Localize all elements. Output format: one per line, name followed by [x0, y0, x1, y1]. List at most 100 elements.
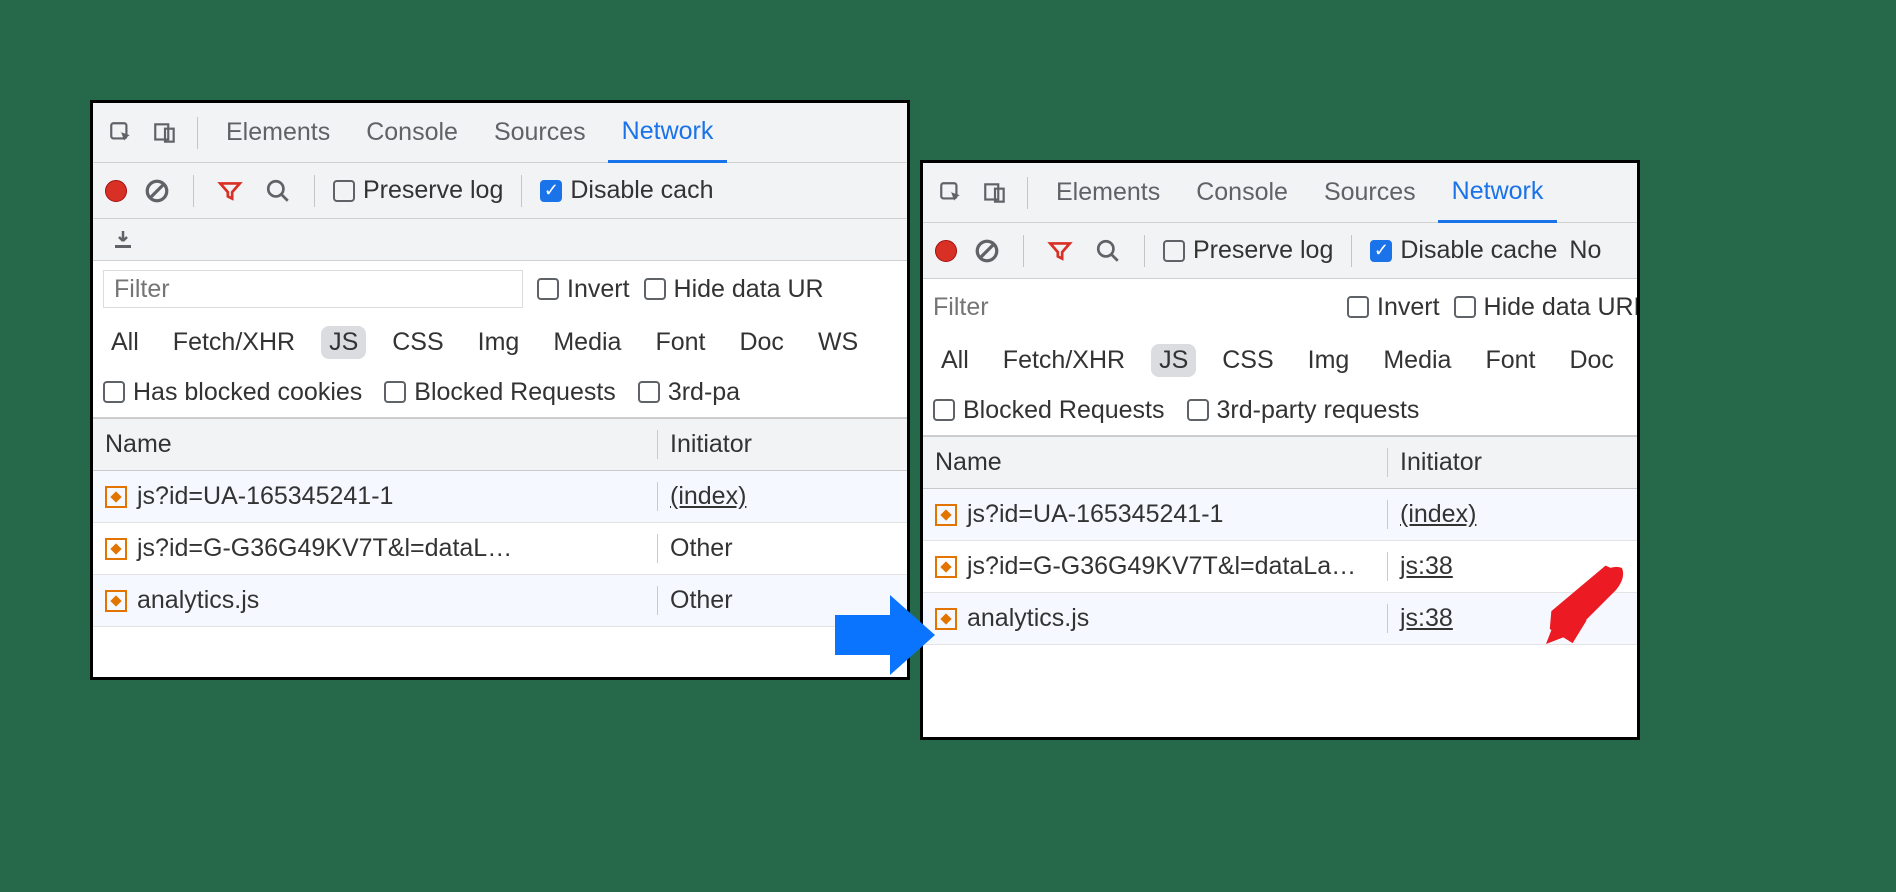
request-name: js?id=G-G36G49KV7T&l=dataLa…: [967, 552, 1356, 581]
preserve-log-checkbox[interactable]: Preserve log: [1163, 236, 1333, 265]
clear-icon[interactable]: [139, 173, 175, 209]
divider: [1144, 235, 1145, 267]
js-file-icon: [935, 504, 957, 526]
type-fetch[interactable]: Fetch/XHR: [165, 326, 303, 359]
divider: [197, 117, 198, 149]
network-table: Name Initiator js?id=UA-165345241-1 (ind…: [93, 418, 907, 627]
tab-network[interactable]: Network: [1438, 163, 1558, 223]
record-button[interactable]: [935, 240, 957, 262]
tab-elements[interactable]: Elements: [1042, 163, 1174, 223]
type-css[interactable]: CSS: [384, 326, 451, 359]
tab-network[interactable]: Network: [608, 103, 728, 163]
network-toolbar: Preserve log ✓Disable cache No: [923, 223, 1637, 279]
request-initiator[interactable]: Other: [670, 534, 733, 562]
blocked-cookies-label: Has blocked cookies: [133, 378, 362, 407]
table-row[interactable]: js?id=G-G36G49KV7T&l=dataLa… js:38: [923, 541, 1637, 593]
annotation-arrow-right-icon: [830, 590, 940, 687]
throttling-cut: No: [1569, 236, 1601, 265]
divider: [521, 175, 522, 207]
divider: [1351, 235, 1352, 267]
search-icon[interactable]: [260, 173, 296, 209]
type-js[interactable]: JS: [321, 326, 366, 359]
filter-input[interactable]: [933, 288, 1333, 326]
filter-icon[interactable]: [212, 173, 248, 209]
blocked-requests-checkbox[interactable]: Blocked Requests: [384, 378, 616, 407]
js-file-icon: [105, 486, 127, 508]
inspect-icon[interactable]: [103, 115, 139, 151]
filter-strip: Invert Hide data URLs All Fetch/XHR JS C…: [923, 279, 1637, 436]
tab-console[interactable]: Console: [1182, 163, 1302, 223]
type-font[interactable]: Font: [647, 326, 713, 359]
type-doc[interactable]: Doc: [1561, 344, 1621, 377]
request-initiator[interactable]: js:38: [1400, 552, 1453, 580]
divider: [193, 175, 194, 207]
type-all[interactable]: All: [933, 344, 977, 377]
tab-console[interactable]: Console: [352, 103, 472, 163]
disable-cache-label: Disable cach: [570, 176, 713, 205]
third-party-checkbox[interactable]: 3rd-pa: [638, 378, 740, 407]
request-initiator[interactable]: js:38: [1400, 604, 1453, 632]
tab-sources[interactable]: Sources: [1310, 163, 1430, 223]
js-file-icon: [105, 538, 127, 560]
request-initiator[interactable]: (index): [1400, 500, 1476, 528]
invert-checkbox[interactable]: Invert: [1347, 293, 1440, 322]
invert-label: Invert: [567, 275, 630, 304]
device-toggle-icon[interactable]: [977, 175, 1013, 211]
type-font[interactable]: Font: [1477, 344, 1543, 377]
request-initiator[interactable]: Other: [670, 586, 733, 614]
request-name: js?id=UA-165345241-1: [137, 482, 393, 511]
request-name: analytics.js: [137, 586, 259, 615]
blocked-requests-checkbox[interactable]: Blocked Requests: [933, 396, 1165, 425]
type-all[interactable]: All: [103, 326, 147, 359]
col-initiator-header[interactable]: Initiator: [657, 430, 907, 459]
network-table: Name Initiator js?id=UA-165345241-1 (ind…: [923, 436, 1637, 645]
type-media[interactable]: Media: [1375, 344, 1459, 377]
filter-icon[interactable]: [1042, 233, 1078, 269]
disable-cache-checkbox[interactable]: ✓Disable cach: [540, 176, 713, 205]
download-row: [93, 219, 907, 261]
download-icon[interactable]: [105, 222, 141, 258]
divider: [1023, 235, 1024, 267]
js-file-icon: [935, 556, 957, 578]
third-party-checkbox[interactable]: 3rd-party requests: [1187, 396, 1420, 425]
type-css[interactable]: CSS: [1214, 344, 1281, 377]
request-initiator[interactable]: (index): [670, 482, 746, 510]
record-button[interactable]: [105, 180, 127, 202]
tab-elements[interactable]: Elements: [212, 103, 344, 163]
col-name-header[interactable]: Name: [923, 448, 1387, 477]
type-ws[interactable]: WS: [810, 326, 866, 359]
preserve-log-label: Preserve log: [1193, 236, 1333, 265]
filter-input[interactable]: [103, 270, 523, 308]
table-header: Name Initiator: [923, 437, 1637, 489]
disable-cache-checkbox[interactable]: ✓Disable cache: [1370, 236, 1557, 265]
search-icon[interactable]: [1090, 233, 1126, 269]
type-img[interactable]: Img: [470, 326, 528, 359]
table-row[interactable]: analytics.js Other: [93, 575, 907, 627]
col-initiator-header[interactable]: Initiator: [1387, 448, 1637, 477]
device-toggle-icon[interactable]: [147, 115, 183, 151]
table-row[interactable]: js?id=UA-165345241-1 (index): [923, 489, 1637, 541]
type-js[interactable]: JS: [1151, 344, 1196, 377]
table-row[interactable]: js?id=UA-165345241-1 (index): [93, 471, 907, 523]
type-fetch[interactable]: Fetch/XHR: [995, 344, 1133, 377]
invert-checkbox[interactable]: Invert: [537, 275, 630, 304]
col-name-header[interactable]: Name: [93, 430, 657, 459]
third-party-label: 3rd-pa: [668, 378, 740, 407]
type-media[interactable]: Media: [545, 326, 629, 359]
disable-cache-label: Disable cache: [1400, 236, 1557, 265]
type-doc[interactable]: Doc: [731, 326, 791, 359]
third-party-label: 3rd-party requests: [1217, 396, 1420, 425]
devtools-panel-after: Elements Console Sources Network Preserv…: [920, 160, 1640, 740]
hide-data-urls-label: Hide data UR: [674, 275, 824, 304]
inspect-icon[interactable]: [933, 175, 969, 211]
hide-data-urls-checkbox[interactable]: Hide data UR: [644, 275, 824, 304]
clear-icon[interactable]: [969, 233, 1005, 269]
blocked-cookies-checkbox[interactable]: Has blocked cookies: [103, 378, 362, 407]
tab-sources[interactable]: Sources: [480, 103, 600, 163]
table-row[interactable]: analytics.js js:38: [923, 593, 1637, 645]
type-img[interactable]: Img: [1300, 344, 1358, 377]
hide-data-urls-checkbox[interactable]: Hide data URLs: [1454, 293, 1640, 322]
devtools-tabstrip: Elements Console Sources Network: [923, 163, 1637, 223]
table-row[interactable]: js?id=G-G36G49KV7T&l=dataL… Other: [93, 523, 907, 575]
preserve-log-checkbox[interactable]: Preserve log: [333, 176, 503, 205]
